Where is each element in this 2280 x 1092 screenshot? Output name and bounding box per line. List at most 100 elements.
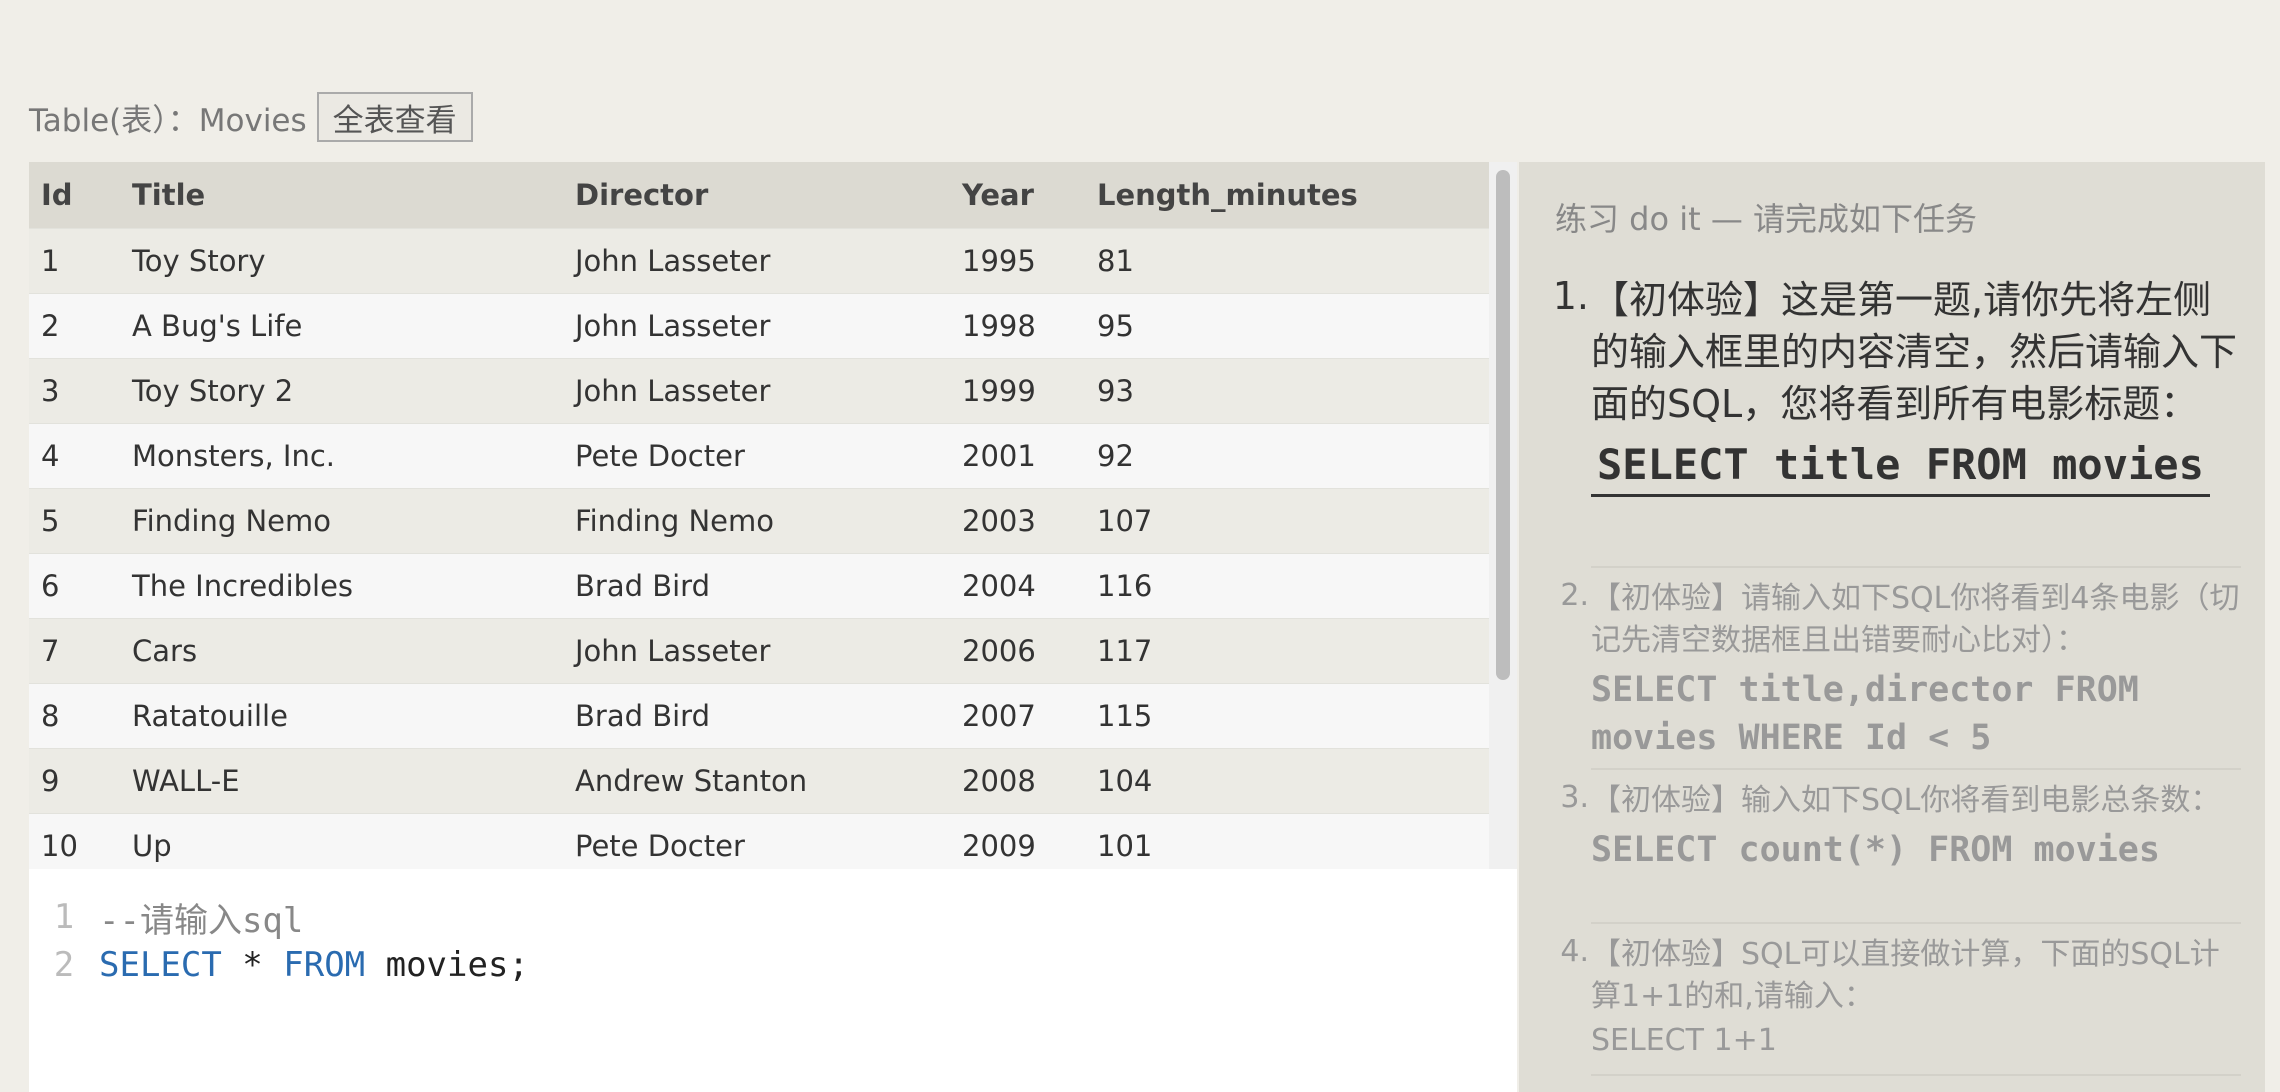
cell-year: 2003 bbox=[962, 504, 1036, 538]
cell-title: Toy Story bbox=[132, 244, 266, 278]
column-header-year: Year bbox=[962, 178, 1034, 212]
cell-director: Pete Docter bbox=[575, 829, 745, 863]
table-row: 5 Finding Nemo Finding Nemo 2003 107 bbox=[29, 488, 1489, 553]
code-line[interactable]: 1 --请输入sql bbox=[29, 893, 304, 941]
cell-id: 3 bbox=[41, 374, 60, 408]
table-row: 9 WALL-E Andrew Stanton 2008 104 bbox=[29, 748, 1489, 813]
table-scrollbar[interactable] bbox=[1489, 162, 1517, 869]
cell-title: Cars bbox=[132, 634, 198, 668]
table-row: 10 Up Pete Docter 2009 101 bbox=[29, 813, 1489, 869]
cell-director: John Lasseter bbox=[575, 374, 771, 408]
table-header-row: Id Title Director Year Length_minutes bbox=[29, 162, 1489, 228]
code-text: * bbox=[221, 945, 284, 985]
cell-year: 1999 bbox=[962, 374, 1036, 408]
task-divider bbox=[1591, 1074, 2241, 1076]
table-label: Table(表）：Movies bbox=[29, 102, 307, 139]
table-header: Table(表）：Movies 全表查看 bbox=[29, 92, 473, 142]
cell-id: 9 bbox=[41, 764, 60, 798]
cell-length: 81 bbox=[1097, 244, 1134, 278]
table-scrollbar-thumb[interactable] bbox=[1496, 170, 1510, 680]
cell-length: 92 bbox=[1097, 439, 1134, 473]
task-text: 【初体验】请输入如下SQL你将看到4条电影（切记先清空数据框且出错要耐心比对）： bbox=[1591, 581, 2240, 658]
task-panel-title: 练习 do it — 请完成如下任务 bbox=[1555, 200, 1978, 238]
task-number: 2. bbox=[1560, 578, 1589, 613]
table-row: 2 A Bug's Life John Lasseter 1998 95 bbox=[29, 293, 1489, 358]
task-divider bbox=[1591, 566, 2241, 568]
cell-year: 2006 bbox=[962, 634, 1036, 668]
table-row: 8 Ratatouille Brad Bird 2007 115 bbox=[29, 683, 1489, 748]
task-body: 【初体验】这是第一题,请你先将左侧的输入框里的内容清空，然后请输入下面的SQL，… bbox=[1591, 274, 2241, 497]
task-sql: SELECT title FROM movies bbox=[1591, 436, 2210, 497]
cell-id: 6 bbox=[41, 569, 60, 603]
cell-id: 1 bbox=[41, 244, 60, 278]
task-divider bbox=[1591, 768, 2241, 770]
cell-title: Up bbox=[132, 829, 172, 863]
cell-title: WALL-E bbox=[132, 764, 240, 798]
task-number: 4. bbox=[1560, 934, 1589, 969]
task-sql: SELECT title,director FROM movies WHERE … bbox=[1591, 670, 2139, 758]
cell-id: 4 bbox=[41, 439, 60, 473]
task-text: 【初体验】输入如下SQL你将看到电影总条数： bbox=[1591, 783, 2221, 818]
table-row: 6 The Incredibles Brad Bird 2004 116 bbox=[29, 553, 1489, 618]
cell-id: 8 bbox=[41, 699, 60, 733]
cell-director: Brad Bird bbox=[575, 699, 710, 733]
cell-length: 95 bbox=[1097, 309, 1134, 343]
task-text: 【初体验】SQL可以直接做计算，下面的SQL计算1+1的和,请输入： bbox=[1591, 937, 2220, 1014]
task-panel: 练习 do it — 请完成如下任务 1. 【初体验】这是第一题,请你先将左侧的… bbox=[1519, 162, 2265, 1092]
movies-table: Id Title Director Year Length_minutes 1 … bbox=[29, 162, 1489, 869]
code-line[interactable]: 2 SELECT * FROM movies; bbox=[29, 941, 529, 989]
cell-year: 1995 bbox=[962, 244, 1036, 278]
column-header-title: Title bbox=[132, 178, 206, 212]
code-keyword-select: SELECT bbox=[99, 945, 222, 985]
cell-length: 117 bbox=[1097, 634, 1153, 668]
cell-id: 10 bbox=[41, 829, 78, 863]
cell-year: 2009 bbox=[962, 829, 1036, 863]
task-number: 3. bbox=[1560, 780, 1589, 815]
cell-year: 1998 bbox=[962, 309, 1036, 343]
cell-title: Ratatouille bbox=[132, 699, 288, 733]
cell-length: 115 bbox=[1097, 699, 1153, 733]
code-text: movies; bbox=[365, 945, 529, 985]
column-header-length: Length_minutes bbox=[1097, 178, 1358, 212]
table-row: 3 Toy Story 2 John Lasseter 1999 93 bbox=[29, 358, 1489, 423]
cell-length: 101 bbox=[1097, 829, 1153, 863]
task-sql: SELECT count(*) FROM movies bbox=[1591, 830, 2160, 870]
cell-director: Brad Bird bbox=[575, 569, 710, 603]
cell-length: 116 bbox=[1097, 569, 1153, 603]
cell-year: 2007 bbox=[962, 699, 1036, 733]
code-comment: --请输入sql bbox=[99, 900, 304, 941]
table-row: 4 Monsters, Inc. Pete Docter 2001 92 bbox=[29, 423, 1489, 488]
cell-year: 2004 bbox=[962, 569, 1036, 603]
task-divider bbox=[1591, 922, 2241, 924]
cell-id: 2 bbox=[41, 309, 60, 343]
task-number: 1. bbox=[1552, 274, 1589, 318]
cell-title: Finding Nemo bbox=[132, 504, 332, 538]
table-row: 7 Cars John Lasseter 2006 117 bbox=[29, 618, 1489, 683]
line-number: 1 bbox=[53, 897, 75, 937]
cell-director: Pete Docter bbox=[575, 439, 745, 473]
cell-length: 107 bbox=[1097, 504, 1153, 538]
sql-editor[interactable]: 1 --请输入sql 2 SELECT * FROM movies; bbox=[29, 869, 1517, 1092]
cell-title: Monsters, Inc. bbox=[132, 439, 336, 473]
cell-director: John Lasseter bbox=[575, 244, 771, 278]
code-keyword-from: FROM bbox=[283, 945, 366, 985]
cell-director: Andrew Stanton bbox=[575, 764, 808, 798]
cell-length: 93 bbox=[1097, 374, 1134, 408]
task-sql-plain: SELECT 1+1 bbox=[1591, 1023, 1777, 1058]
cell-title: Toy Story 2 bbox=[132, 374, 294, 408]
table-row: 1 Toy Story John Lasseter 1995 81 bbox=[29, 228, 1489, 293]
column-header-id: Id bbox=[41, 178, 73, 212]
cell-year: 2001 bbox=[962, 439, 1036, 473]
cell-title: A Bug's Life bbox=[132, 309, 303, 343]
view-all-button[interactable]: 全表查看 bbox=[316, 92, 473, 142]
cell-title: The Incredibles bbox=[132, 569, 354, 603]
column-header-director: Director bbox=[575, 178, 709, 212]
line-number: 2 bbox=[53, 945, 75, 985]
task-text: 【初体验】这是第一题,请你先将左侧的输入框里的内容清空，然后请输入下面的SQL，… bbox=[1591, 278, 2238, 426]
task-body: 【初体验】输入如下SQL你将看到电影总条数： SELECT count(*) F… bbox=[1591, 780, 2241, 874]
task-body: 【初体验】SQL可以直接做计算，下面的SQL计算1+1的和,请输入： SELEC… bbox=[1591, 934, 2241, 1062]
cell-length: 104 bbox=[1097, 764, 1153, 798]
table-panel: Id Title Director Year Length_minutes 1 … bbox=[29, 162, 1517, 869]
task-body: 【初体验】请输入如下SQL你将看到4条电影（切记先清空数据框且出错要耐心比对）：… bbox=[1591, 578, 2241, 762]
cell-director: John Lasseter bbox=[575, 634, 771, 668]
